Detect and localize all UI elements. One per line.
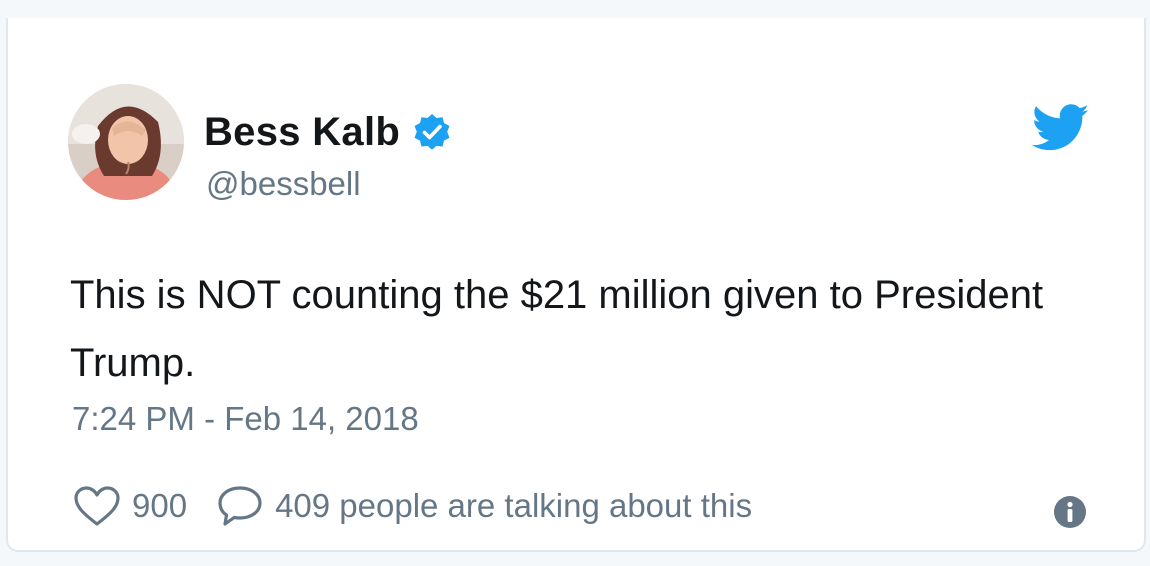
like-count[interactable]: 900 [132, 487, 187, 525]
avatar[interactable] [68, 84, 184, 200]
verified-badge-icon [414, 114, 450, 150]
author-display-name[interactable]: Bess Kalb [204, 110, 400, 155]
speech-bubble-icon[interactable] [215, 484, 265, 528]
page: Bess Kalb @bessbell This is NOT counting… [0, 0, 1150, 566]
info-icon[interactable] [1052, 494, 1088, 530]
tweet-actions: 900 409 people are talking about this [72, 484, 752, 528]
heart-icon[interactable] [72, 484, 122, 528]
author-handle[interactable]: @bessbell [206, 165, 361, 203]
author-name-row[interactable]: Bess Kalb [204, 107, 452, 157]
talking-about-link[interactable]: 409 people are talking about this [275, 487, 752, 525]
tweet-text: This is NOT counting the $21 million giv… [70, 273, 1044, 385]
twitter-bird-icon[interactable] [1032, 104, 1090, 152]
tweet-timestamp[interactable]: 7:24 PM - Feb 14, 2018 [72, 400, 419, 438]
tweet-card[interactable]: Bess Kalb @bessbell This is NOT counting… [6, 18, 1146, 552]
